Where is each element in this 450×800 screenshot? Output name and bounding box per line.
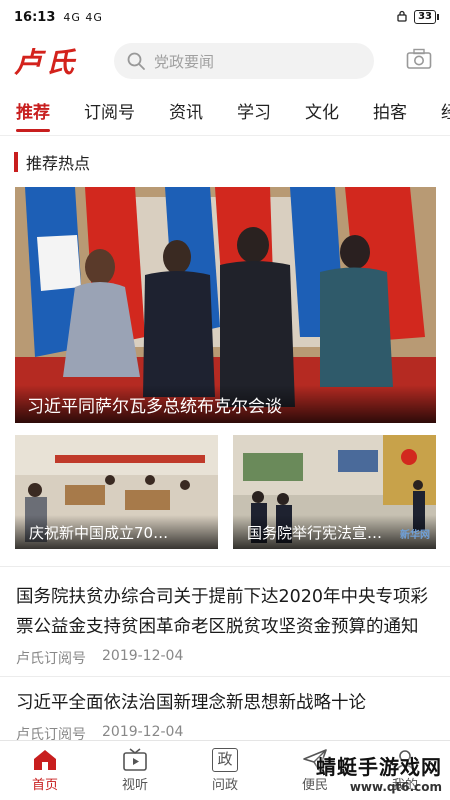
news-title: 习近平全面依法治国新理念新思想新战略十论 xyxy=(16,693,366,713)
nav-media[interactable]: 视听 xyxy=(90,741,180,800)
nav-politics[interactable]: 政 问政 xyxy=(180,741,270,800)
nav-politics-label: 问政 xyxy=(211,778,238,793)
section-accent-bar xyxy=(14,152,18,172)
news-meta: 卢氏订阅号 2019-12-04 xyxy=(16,648,434,668)
thumb-news-card-2[interactable]: 国务院举行宪法宣… 新华网 xyxy=(233,435,436,549)
status-bar: 16:13 4G 4G 33 xyxy=(0,0,450,34)
tab-economy[interactable]: 经济 xyxy=(441,90,450,135)
thumb-source-badge: 新华网 xyxy=(400,530,430,541)
section-heading: 推荐热点 xyxy=(14,150,90,174)
news-title: 国务院扶贫办综合司关于提前下达2020年中央专项彩票公益金支持贫困革命老区脱贫攻… xyxy=(16,587,429,637)
tab-photo[interactable]: 拍客 xyxy=(373,90,407,135)
lock-icon xyxy=(396,10,408,25)
thumb-news-card-1[interactable]: 庆祝新中国成立70… xyxy=(15,435,218,549)
hero-caption: 习近平同萨尔瓦多总统布克尔会谈 xyxy=(15,385,436,423)
tv-icon xyxy=(123,748,147,771)
battery-icon: 33 xyxy=(414,10,439,24)
tab-recommend[interactable]: 推荐 xyxy=(16,90,50,135)
news-date: 2019-12-04 xyxy=(102,648,184,664)
camera-icon[interactable] xyxy=(406,48,432,74)
hero-news-card[interactable]: 习近平同萨尔瓦多总统布克尔会谈 xyxy=(15,187,436,423)
signal-icon: 4G 4G xyxy=(63,10,103,24)
bottom-nav: 首页 视听 政 问政 便民 我的 蜻蜓手游戏网 www.qt6.com xyxy=(0,740,450,800)
nav-media-label: 视听 xyxy=(121,778,148,793)
thumb-caption-1: 庆祝新中国成立70… xyxy=(15,515,218,549)
tab-culture[interactable]: 文化 xyxy=(305,90,339,135)
watermark: 蜻蜓手游戏网 www.qt6.com xyxy=(316,751,442,794)
tab-subscriptions[interactable]: 订阅号 xyxy=(84,90,135,135)
header: 卢氏 党政要闻 xyxy=(0,34,450,88)
watermark-title: 蜻蜓手游戏网 xyxy=(316,755,442,779)
news-source: 卢氏订阅号 xyxy=(16,651,86,667)
zheng-icon: 政 xyxy=(212,748,238,772)
search-input[interactable]: 党政要闻 xyxy=(114,43,374,79)
channel-tabs: 推荐 订阅号 资讯 学习 文化 拍客 经济 xyxy=(0,90,450,136)
watermark-url: www.qt6.com xyxy=(349,780,442,794)
list-item[interactable]: 国务院扶贫办综合司关于提前下达2020年中央专项彩票公益金支持贫困革命老区脱贫攻… xyxy=(0,582,450,668)
section-title: 推荐热点 xyxy=(26,154,91,173)
search-icon xyxy=(127,52,145,70)
divider xyxy=(0,566,450,567)
home-icon xyxy=(34,750,56,770)
tab-news[interactable]: 资讯 xyxy=(169,90,203,135)
divider xyxy=(0,676,450,677)
nav-home-label: 首页 xyxy=(31,778,58,793)
tab-study[interactable]: 学习 xyxy=(237,90,271,135)
search-placeholder: 党政要闻 xyxy=(154,52,215,71)
status-time: 16:13 xyxy=(14,9,56,25)
list-item[interactable]: 习近平全面依法治国新理念新思想新战略十论 卢氏订阅号 2019-12-04 xyxy=(0,688,450,744)
app-logo[interactable]: 卢氏 xyxy=(14,41,94,81)
nav-home[interactable]: 首页 xyxy=(0,741,90,800)
